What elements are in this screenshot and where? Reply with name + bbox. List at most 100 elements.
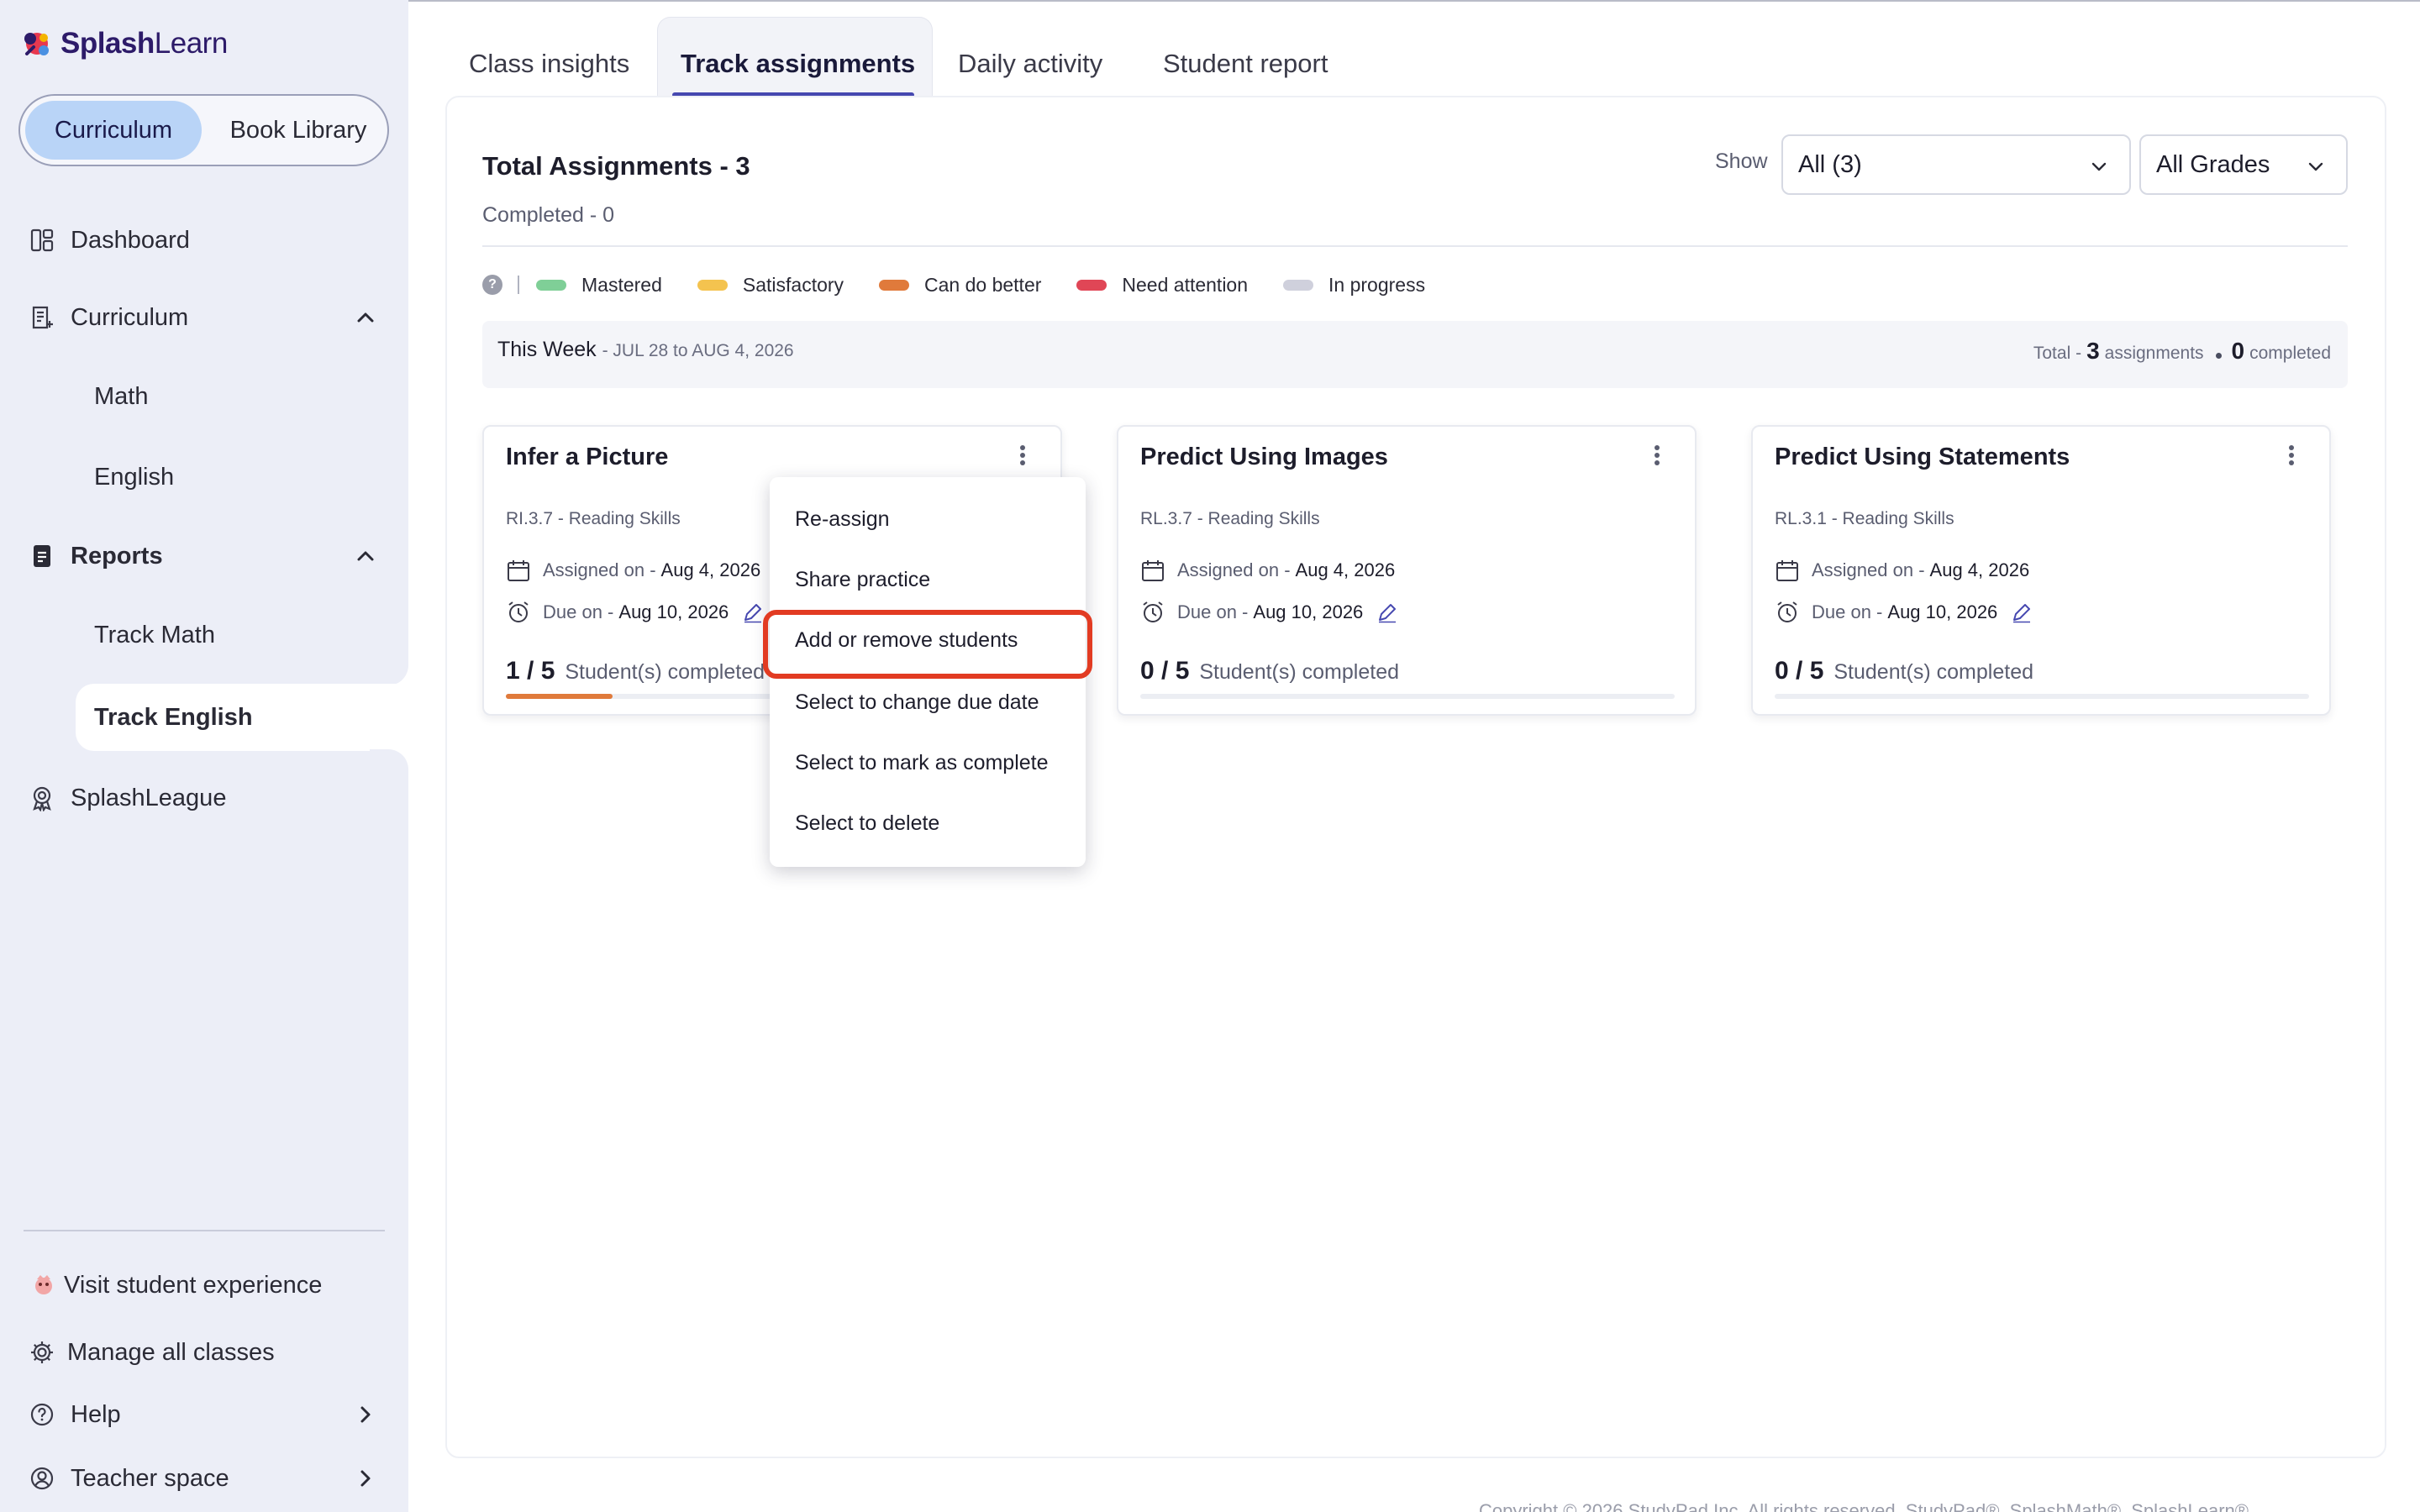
sidebar-item-curriculum[interactable]: Curriculum (0, 284, 408, 351)
show-filter-label: Show (1715, 150, 1768, 173)
assignment-standard: RL.3.7 - Reading Skills (1140, 509, 1320, 528)
footer-copyright: Copyright © 2026 StudyPad Inc. All right… (1479, 1500, 2249, 1512)
sidebar-item-teacher-space[interactable]: Teacher space (0, 1445, 408, 1512)
sidebar: SplashLearn Curriculum Book Library Dash… (0, 0, 408, 1512)
award-ribbon-icon (33, 786, 51, 811)
assigned-date-row: Assigned on - Aug 4, 2026 (506, 558, 760, 583)
edit-pencil-icon[interactable] (1376, 601, 1398, 623)
alarm-clock-icon (1143, 601, 1163, 622)
help-icon[interactable]: ? (482, 275, 502, 295)
sidebar-item-manage-classes[interactable]: Manage all classes (0, 1319, 408, 1386)
menu-item-reassign[interactable]: Re-assign (795, 507, 890, 532)
sidebar-item-label: English (94, 463, 175, 491)
legend-swatch (879, 279, 910, 291)
legend-label: Mastered (581, 273, 662, 296)
separator-dot (2215, 353, 2222, 359)
menu-item-mark-complete[interactable]: Select to mark as complete (795, 751, 1049, 775)
highlight-outline (763, 610, 1092, 679)
top-border (408, 0, 2420, 2)
due-date-row: Due on - Aug 10, 2026 (506, 600, 764, 625)
more-options-icon[interactable] (2287, 445, 2296, 467)
assignment-card[interactable]: Predict Using Statements RL.3.1 - Readin… (1751, 425, 2331, 716)
assignment-filter-select[interactable]: All (3) (1781, 134, 2131, 195)
sidebar-item-math[interactable]: Math (0, 363, 408, 430)
legend-satisfactory: Satisfactory (697, 274, 844, 297)
legend-mastered: Mastered (536, 274, 662, 297)
week-completed-count: 0 (2231, 338, 2245, 364)
sidebar-item-label: Manage all classes (67, 1338, 275, 1366)
sidebar-item-reports[interactable]: Reports (0, 522, 408, 590)
splashlearn-logo-icon (24, 33, 49, 55)
tab-daily-activity[interactable]: Daily activity (958, 34, 1102, 94)
week-totals: Total - 3 assignments 0 completed (2033, 338, 2331, 365)
assignments-panel (445, 96, 2386, 1458)
edit-pencil-icon[interactable] (742, 601, 764, 623)
sidebar-item-label: Math (94, 382, 149, 410)
due-date: Aug 10, 2026 (1253, 601, 1364, 622)
assigned-date: Aug 4, 2026 (1295, 559, 1396, 580)
student-avatar-icon (35, 1275, 52, 1294)
sidebar-item-english[interactable]: English (0, 444, 408, 511)
week-date-range: - JUL 28 to AUG 4, 2026 (602, 341, 794, 360)
tab-student-report[interactable]: Student report (1163, 34, 1328, 94)
dashboard-icon (30, 228, 54, 252)
week-total-suffix: assignments (2104, 344, 2204, 363)
week-label: This Week - JUL 28 to AUG 4, 2026 (497, 338, 794, 362)
due-label: Due on - (543, 601, 614, 622)
edit-pencil-icon[interactable] (2011, 601, 2033, 623)
legend-label: In progress (1328, 273, 1426, 296)
gear-icon (31, 1341, 53, 1363)
sidebar-item-dashboard[interactable]: Dashboard (0, 207, 408, 274)
sidebar-item-label: SplashLeague (71, 784, 227, 811)
assignment-title: Predict Using Images (1140, 444, 1388, 470)
brand-logo[interactable]: SplashLearn (18, 25, 228, 62)
calendar-icon (1142, 560, 1164, 581)
completion-progress-bar (1140, 694, 1675, 699)
sidebar-item-help[interactable]: Help (0, 1381, 408, 1448)
sidebar-item-label: Curriculum (71, 303, 189, 331)
header-divider (482, 245, 2348, 247)
legend-label: Need attention (1122, 273, 1249, 296)
sidebar-item-label: Track Math (94, 621, 215, 648)
week-summary-bar: This Week - JUL 28 to AUG 4, 2026 Total … (482, 321, 2348, 388)
assignment-standard: RI.3.7 - Reading Skills (506, 509, 681, 528)
week-title: This Week (497, 338, 597, 361)
legend-swatch (697, 279, 728, 291)
completion-label: Student(s) completed (1833, 660, 2033, 684)
grade-filter-value: All Grades (2156, 150, 2270, 178)
curriculum-toggle-button[interactable]: Curriculum (25, 101, 202, 160)
legend-swatch (1283, 279, 1314, 291)
chevron-right-icon (360, 1470, 371, 1487)
sidebar-item-visit-student[interactable]: Visit student experience (0, 1252, 408, 1319)
more-options-icon[interactable] (1018, 445, 1027, 467)
sidebar-item-label: Dashboard (71, 226, 190, 254)
menu-item-change-due-date[interactable]: Select to change due date (795, 690, 1039, 715)
menu-item-delete[interactable]: Select to delete (795, 811, 939, 836)
sidebar-item-track-math[interactable]: Track Math (0, 601, 408, 669)
user-circle-icon (30, 1467, 54, 1490)
chevron-up-icon[interactable] (355, 307, 376, 328)
completion-fraction: 1 / 5 (506, 657, 555, 685)
sidebar-item-label: Reports (71, 542, 163, 570)
assignment-filter-value: All (3) (1798, 150, 1862, 178)
assignment-title: Predict Using Statements (1775, 444, 2070, 470)
alarm-clock-icon (508, 601, 529, 622)
sidebar-divider (24, 1230, 385, 1231)
assignment-title: Infer a Picture (506, 444, 669, 470)
assignment-card[interactable]: Predict Using Images RL.3.7 - Reading Sk… (1117, 425, 1697, 716)
grade-filter-select[interactable]: All Grades (2139, 134, 2348, 195)
legend-label: Can do better (924, 273, 1042, 296)
book-library-toggle-button[interactable]: Book Library (212, 101, 385, 160)
legend-separator (518, 276, 519, 294)
tab-track-assignments[interactable]: Track assignments (681, 34, 915, 94)
tab-class-insights[interactable]: Class insights (469, 34, 629, 94)
chevron-up-icon[interactable] (355, 545, 376, 567)
reports-icon (34, 545, 50, 567)
more-options-icon[interactable] (1653, 445, 1661, 467)
assigned-label: Assigned on - (1812, 559, 1925, 580)
week-total-count: 3 (2086, 338, 2100, 364)
sidebar-item-splashleague[interactable]: SplashLeague (0, 764, 408, 832)
alarm-clock-icon (1777, 601, 1797, 622)
menu-item-share-practice[interactable]: Share practice (795, 568, 930, 592)
sidebar-item-track-english[interactable] (76, 684, 408, 751)
